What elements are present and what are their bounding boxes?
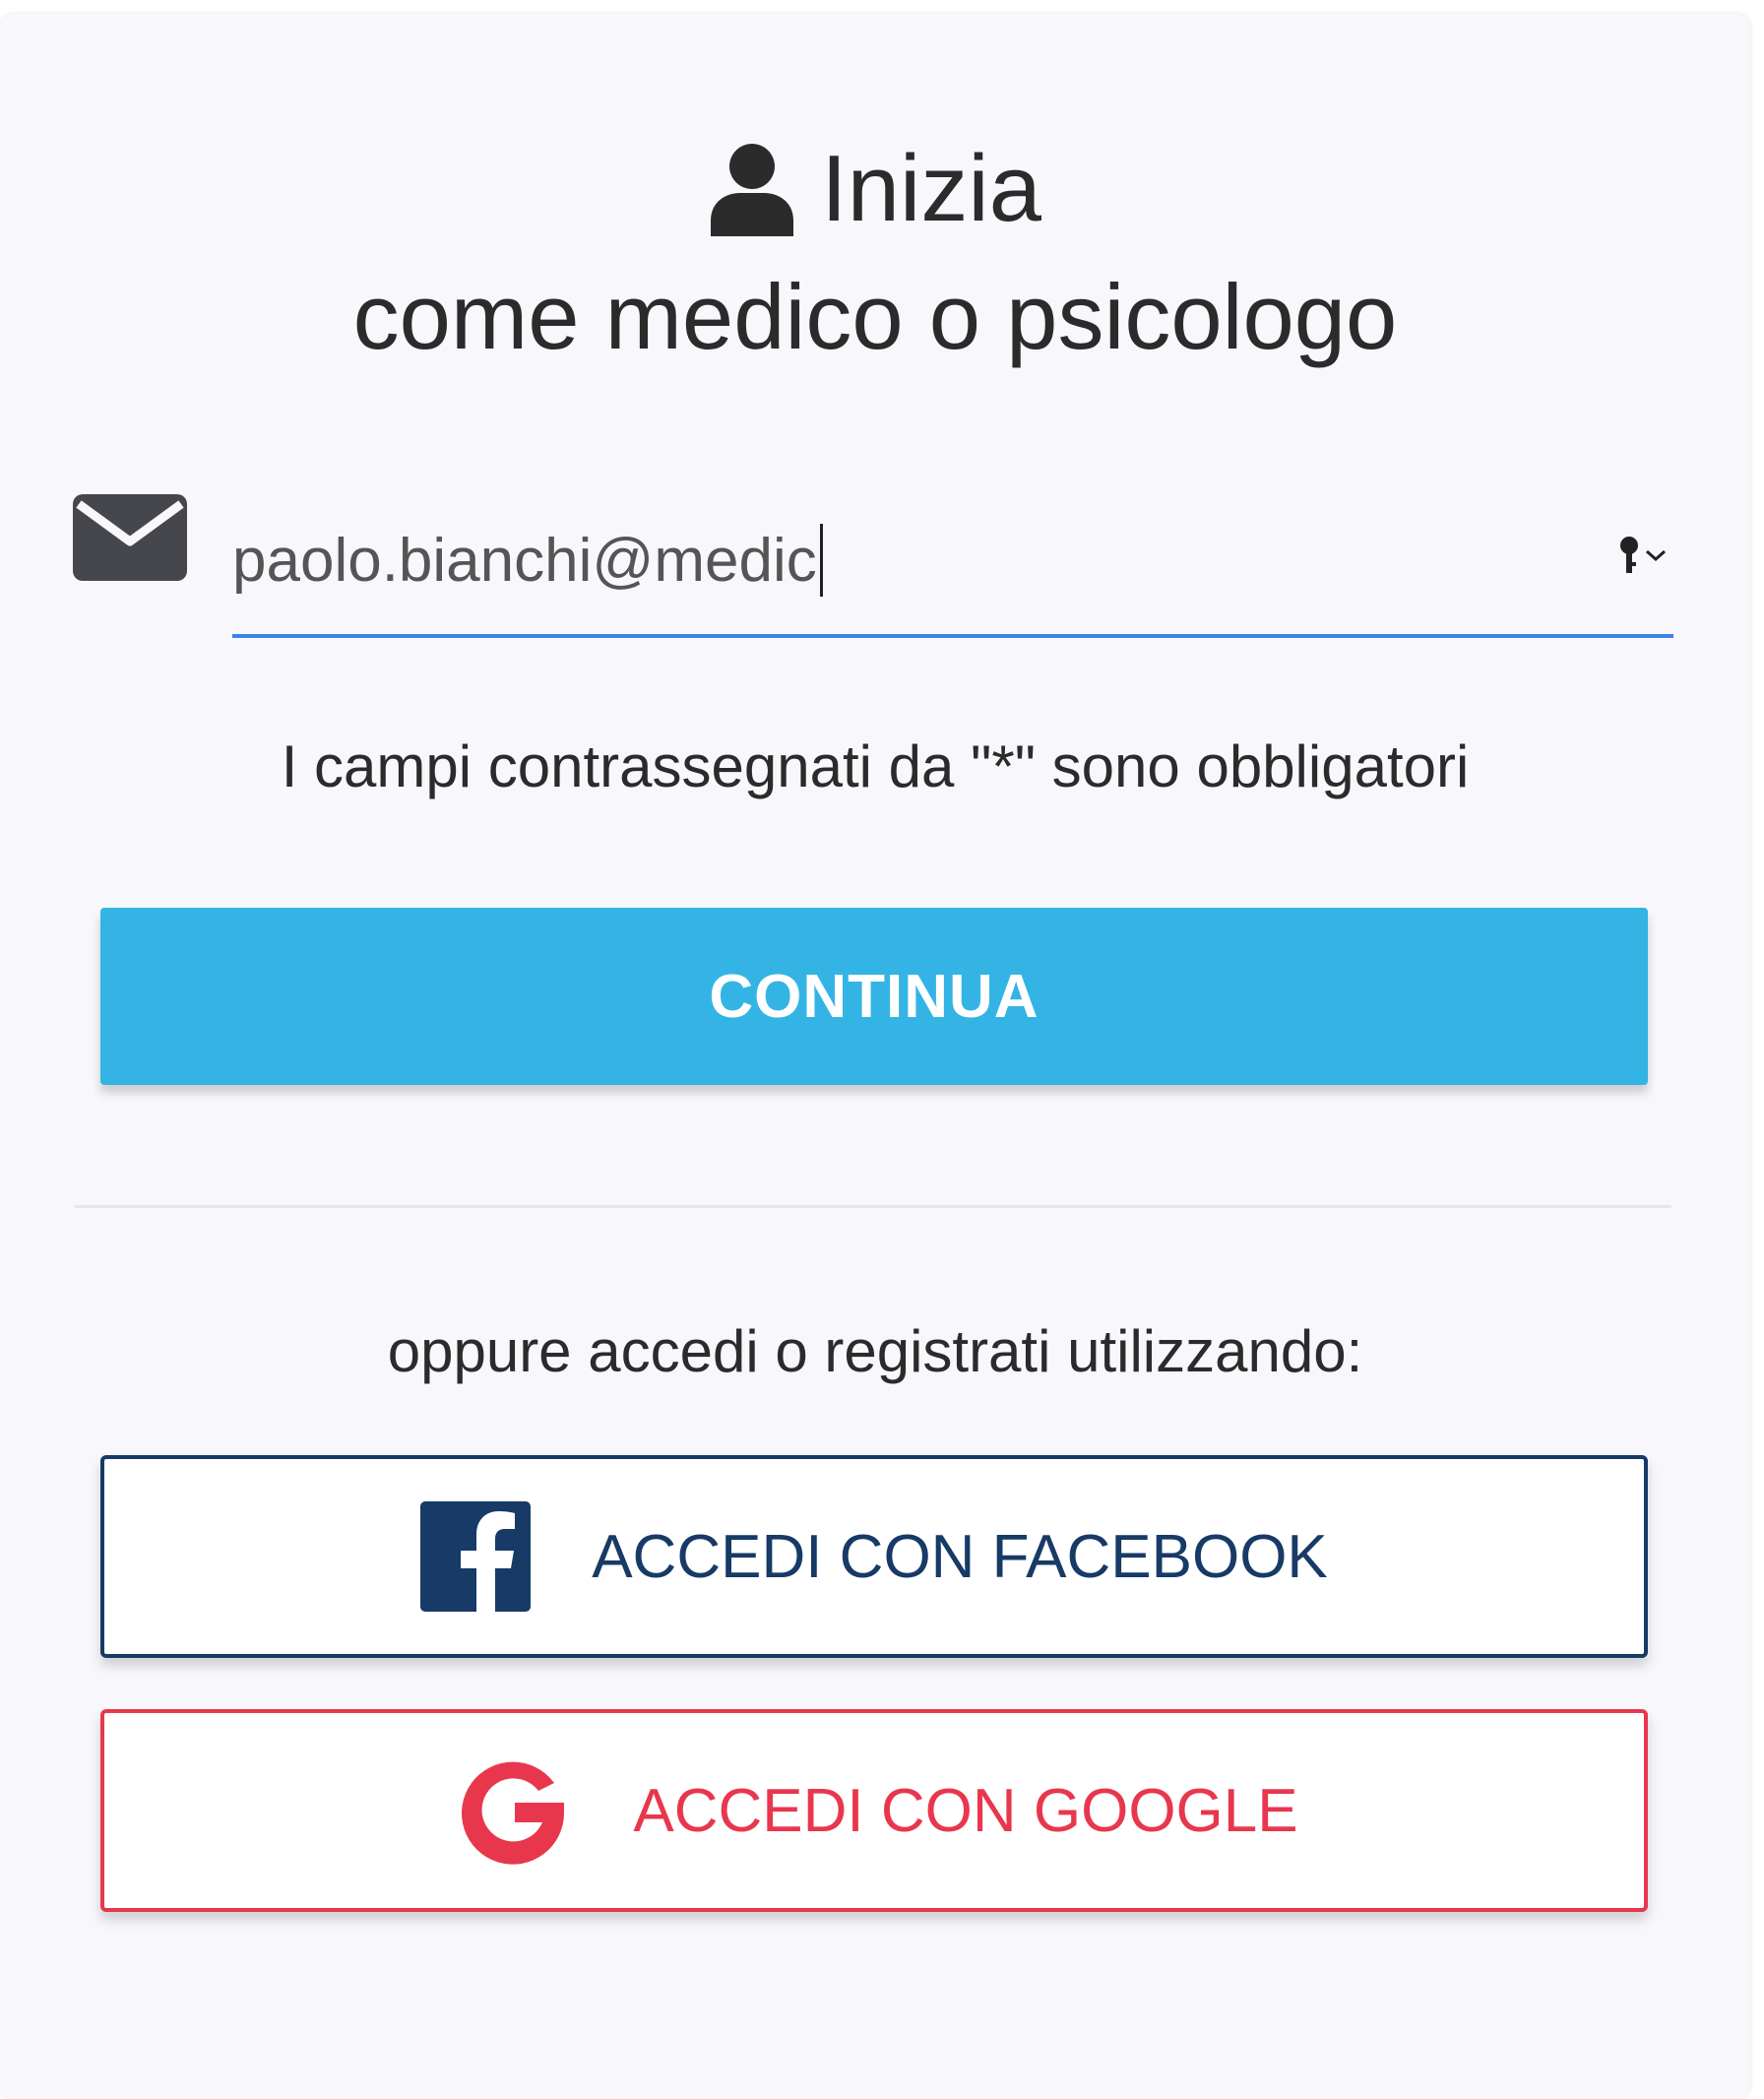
email-field[interactable]: paolo.bianchi@medic [232,506,1673,638]
email-text: paolo.bianchi@medic [232,526,817,595]
facebook-icon [420,1501,532,1612]
google-login-button[interactable]: ACCEDI CON GOOGLE [100,1709,1648,1912]
title-row: Inizia [0,130,1750,248]
required-fields-note: I campi contrassegnati da "*" sono obbli… [281,733,1470,799]
page-subtitle: come medico o psicologo [352,265,1398,368]
user-icon [710,144,793,236]
login-card: Inizia come medico o psicologo paolo.bia… [0,14,1750,2099]
envelope-icon [73,494,187,581]
google-login-label: ACCEDI CON GOOGLE [633,1776,1298,1845]
social-login-prompt: oppure accedi o registrati utilizzando: [387,1318,1363,1384]
continue-button[interactable]: CONTINUA [100,908,1648,1085]
facebook-login-label: ACCEDI CON FACEBOOK [592,1522,1328,1591]
page-title: Inizia [820,136,1042,241]
password-autofill-button[interactable] [1618,536,1668,575]
facebook-login-button[interactable]: ACCEDI CON FACEBOOK [100,1455,1648,1658]
key-icon [1620,537,1638,573]
email-input-value[interactable]: paolo.bianchi@medic [232,524,823,597]
chevron-down-icon [1646,549,1666,562]
google-icon [462,1761,565,1865]
divider [75,1205,1671,1208]
text-caret [819,524,823,597]
